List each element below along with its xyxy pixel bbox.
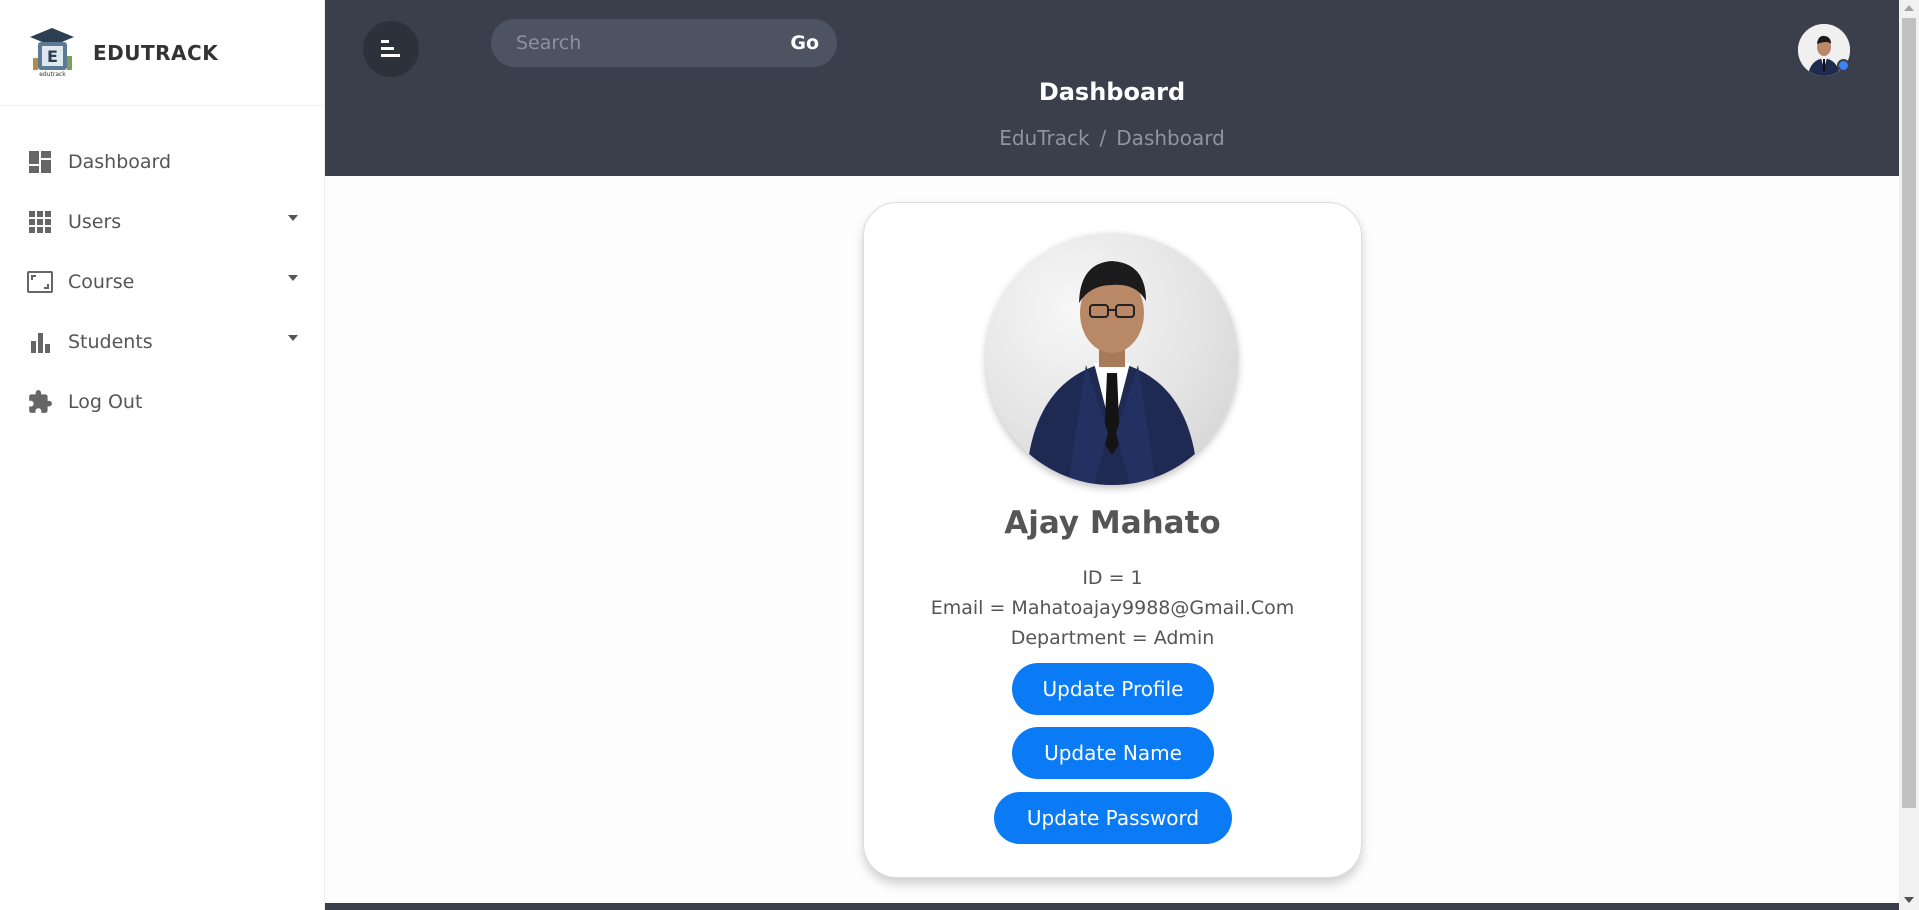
profile-email: Email = Mahatoajay9988@Gmail.Com [930,597,1295,619]
profile-photo [986,233,1238,485]
logo-caption: edutrack [39,70,66,78]
crop-frame-icon [27,269,53,295]
breadcrumb-item-current: Dashboard [1116,126,1225,150]
breadcrumb: EduTrack / Dashboard [325,126,1899,150]
search-input[interactable] [516,32,791,54]
update-name-button[interactable]: Update Name [1012,727,1214,779]
sidebar-item-logout[interactable]: Log Out [0,372,324,432]
sidebar-item-users[interactable]: Users [0,192,324,252]
breadcrumb-item-home[interactable]: EduTrack [999,126,1089,150]
chevron-down-icon[interactable] [288,275,298,281]
profile-id: ID = 1 [1082,567,1143,589]
search-go-button[interactable]: Go [790,32,819,54]
profile-photo-image [1026,261,1198,485]
online-status-indicator [1837,59,1850,72]
chevron-down-icon[interactable] [288,335,298,341]
brand[interactable]: E edutrack EDUTRACK [0,0,324,106]
profile-department: Department = Admin [1010,627,1215,649]
menu-icon [381,40,400,57]
svg-text:E: E [47,47,58,66]
scrollbar-thumb[interactable] [1902,18,1916,808]
grid-icon [27,209,53,235]
update-password-button[interactable]: Update Password [994,792,1232,844]
edutrack-logo-icon: E edutrack [30,27,75,78]
sidebar-item-label: Dashboard [68,151,172,173]
puzzle-icon [27,389,53,415]
footer-bar [325,903,1899,910]
profile-name: Ajay Mahato [1004,505,1221,541]
sidebar-item-course[interactable]: Course [0,252,324,312]
page-title: Dashboard [1038,78,1186,106]
menu-toggle-button[interactable] [363,21,419,77]
update-profile-button[interactable]: Update Profile [1012,663,1214,715]
chevron-down-icon[interactable] [288,215,298,221]
top-header: Go Dashboard EduTrack / Dashboard [325,0,1899,176]
sidebar-item-label: Users [68,211,122,233]
sidebar-item-label: Course [68,271,135,293]
sidebar: E edutrack EDUTRACK Dashboard Users Cour… [0,0,325,910]
sidebar-item-students[interactable]: Students [0,312,324,372]
main-content: Ajay Mahato ID = 1 Email = Mahatoajay998… [325,176,1899,904]
sidebar-item-label: Students [68,331,153,353]
breadcrumb-separator: / [1099,126,1107,150]
brand-title: EDUTRACK [93,40,219,65]
scroll-up-arrow-icon[interactable] [1904,5,1914,11]
vertical-scrollbar[interactable] [1899,0,1919,910]
search-bar: Go [491,19,837,67]
sidebar-item-label: Log Out [68,391,143,413]
dashboard-icon [27,149,53,175]
sidebar-nav: Dashboard Users Course Students Log Out [0,106,324,432]
bar-chart-icon [27,329,53,355]
scroll-down-arrow-icon[interactable] [1904,897,1914,903]
sidebar-item-dashboard[interactable]: Dashboard [0,132,324,192]
profile-card: Ajay Mahato ID = 1 Email = Mahatoajay998… [863,202,1362,878]
